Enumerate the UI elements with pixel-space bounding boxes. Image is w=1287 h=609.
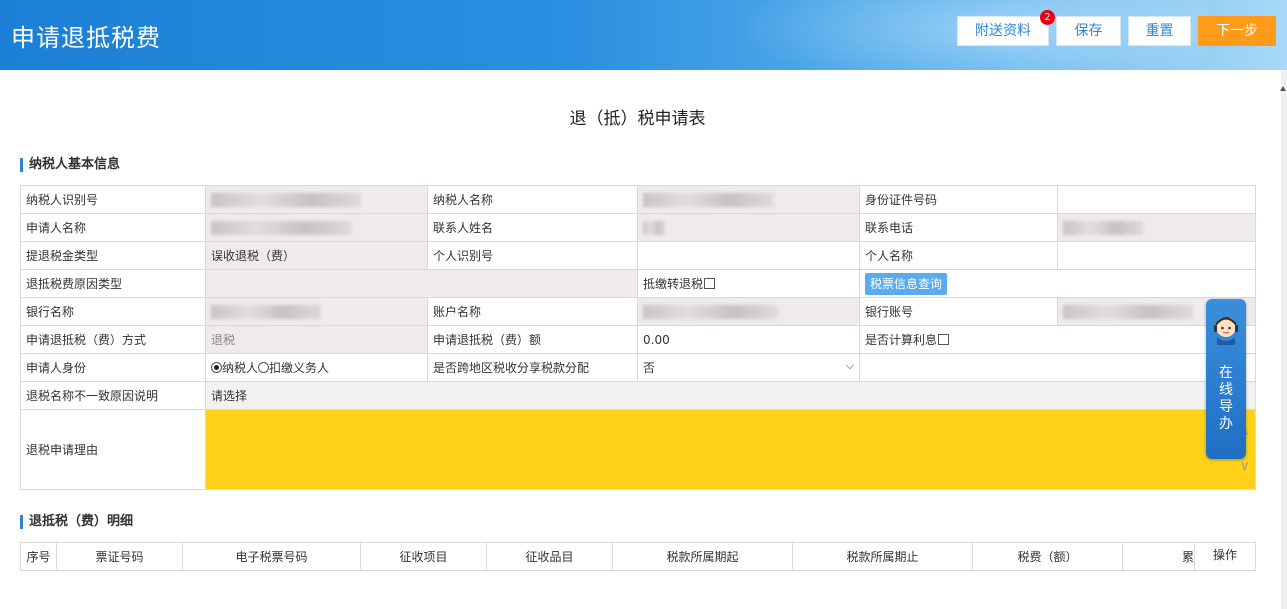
cross-region-value: 否: [643, 361, 656, 375]
id-number-field[interactable]: [1057, 185, 1256, 214]
contact-name-value: [637, 213, 860, 242]
calc-interest-checkbox[interactable]: [938, 334, 950, 345]
col-index: 序号: [20, 542, 57, 571]
offset-refund-checkbox[interactable]: [704, 278, 716, 289]
taxpayer-id-value: [205, 185, 428, 214]
personal-name-label: 个人名称: [859, 241, 1058, 270]
col-period-end: 税款所属期止: [792, 542, 973, 571]
online-guide-widget[interactable]: 在线导办: [1206, 299, 1246, 459]
applicant-name-label: 申请人名称: [20, 213, 206, 242]
refund-amount-value[interactable]: 0.00: [637, 325, 860, 354]
attach-count-badge: 2: [1040, 10, 1055, 25]
tax-type-label: 提退税金类型: [20, 241, 206, 270]
col-levy-item: 征收项目: [360, 542, 487, 571]
bank-account-label: 银行账号: [859, 297, 1058, 326]
contact-name-label: 联系人姓名: [427, 213, 638, 242]
offset-refund-label: 抵缴转退税: [643, 277, 704, 291]
applicant-identity-label: 申请人身份: [20, 353, 206, 382]
refund-amount-label: 申请退抵税（费）额: [427, 325, 638, 354]
section-refund-details: 退抵税（费）明细: [20, 515, 133, 529]
page-scrollbar[interactable]: [1281, 70, 1287, 609]
col-cumulative: 累: [1122, 542, 1195, 571]
col-period-start: 税款所属期起: [612, 542, 793, 571]
account-name-value: [637, 297, 860, 326]
col-e-ticket-no: 电子税票号码: [182, 542, 361, 571]
name-mismatch-label: 退税名称不一致原因说明: [20, 381, 206, 410]
taxpayer-name-value: [637, 185, 860, 214]
calc-interest-label: 是否计算利息: [865, 333, 938, 347]
bank-name-value: [205, 297, 428, 326]
applicant-identity-radios: 纳税人 扣缴义务人: [205, 353, 428, 382]
personal-name-field[interactable]: [1057, 241, 1256, 270]
interest-cell: 是否计算利息: [859, 325, 1256, 354]
page-header: 申请退抵税费 附送资料 2 保存 重置 下一步: [0, 0, 1287, 70]
reason-type-field[interactable]: [205, 269, 638, 298]
id-number-label: 身份证件号码: [859, 185, 1058, 214]
scroll-up-icon[interactable]: [1280, 86, 1286, 91]
query-cell: 税票信息查询: [859, 269, 1256, 298]
empty-cell: [859, 353, 1256, 382]
identity-withholder-label: 扣缴义务人: [269, 361, 330, 375]
save-button[interactable]: 保存: [1056, 16, 1121, 46]
cross-region-label: 是否跨地区税收分享税款分配: [427, 353, 638, 382]
tax-ticket-query-button[interactable]: 税票信息查询: [865, 272, 948, 295]
personal-id-label: 个人识别号: [427, 241, 638, 270]
reset-button[interactable]: 重置: [1128, 16, 1191, 46]
page-title: 申请退抵税费: [11, 24, 161, 52]
online-guide-label: 在线导办: [1206, 365, 1246, 433]
refund-method-label: 申请退抵税（费）方式: [20, 325, 206, 354]
chevron-down-icon: ⌵: [845, 359, 854, 372]
attach-materials-button[interactable]: 附送资料: [957, 16, 1049, 46]
identity-withholder-radio[interactable]: [258, 362, 270, 373]
detail-header-row: 序号 票证号码 电子税票号码 征收项目 征收品目 税款所属期起 税款所属期止 税…: [20, 542, 1256, 571]
name-mismatch-select[interactable]: 请选择: [205, 381, 1256, 410]
col-ticket-no: 票证号码: [56, 542, 183, 571]
offset-refund-cell: 抵缴转退税: [637, 269, 860, 298]
refund-method-value: 退税: [205, 325, 428, 354]
next-step-button[interactable]: 下一步: [1198, 16, 1276, 46]
chevron-down-icon[interactable]: ∨: [1240, 459, 1250, 474]
cross-region-select[interactable]: 否 ⌵: [637, 353, 860, 382]
bank-name-label: 银行名称: [20, 297, 206, 326]
phone-value: [1057, 213, 1256, 242]
col-levy-category: 征收品目: [486, 542, 613, 571]
phone-label: 联系电话: [859, 213, 1058, 242]
identity-taxpayer-label: 纳税人: [222, 361, 259, 375]
refund-detail-table: 序号 票证号码 电子税票号码 征收项目 征收品目 税款所属期起 税款所属期止 税…: [20, 542, 1256, 571]
service-agent-icon: [1214, 317, 1238, 345]
applicant-name-value: [205, 213, 428, 242]
col-operation: 操作: [1194, 542, 1256, 571]
col-tax-amount: 税费（额）: [972, 542, 1123, 571]
section-taxpayer-info: 纳税人基本信息: [20, 158, 120, 172]
taxpayer-id-label: 纳税人识别号: [20, 185, 206, 214]
account-name-label: 账户名称: [427, 297, 638, 326]
reason-type-label: 退抵税费原因类型: [20, 269, 206, 298]
taxpayer-info-table: 纳税人识别号 纳税人名称 身份证件号码 申请人名称 联系人姓名 联系电话 提退税…: [20, 185, 1256, 490]
personal-id-field[interactable]: [637, 241, 860, 270]
identity-taxpayer-radio[interactable]: [211, 362, 222, 373]
apply-reason-label: 退税申请理由: [20, 409, 206, 490]
taxpayer-name-label: 纳税人名称: [427, 185, 638, 214]
tax-type-value: 误收退税（费）: [205, 241, 428, 270]
online-guide-text: 在线导办: [1219, 365, 1233, 432]
apply-reason-textarea[interactable]: [205, 409, 1256, 490]
form-title: 退（抵）税申请表: [569, 109, 706, 129]
